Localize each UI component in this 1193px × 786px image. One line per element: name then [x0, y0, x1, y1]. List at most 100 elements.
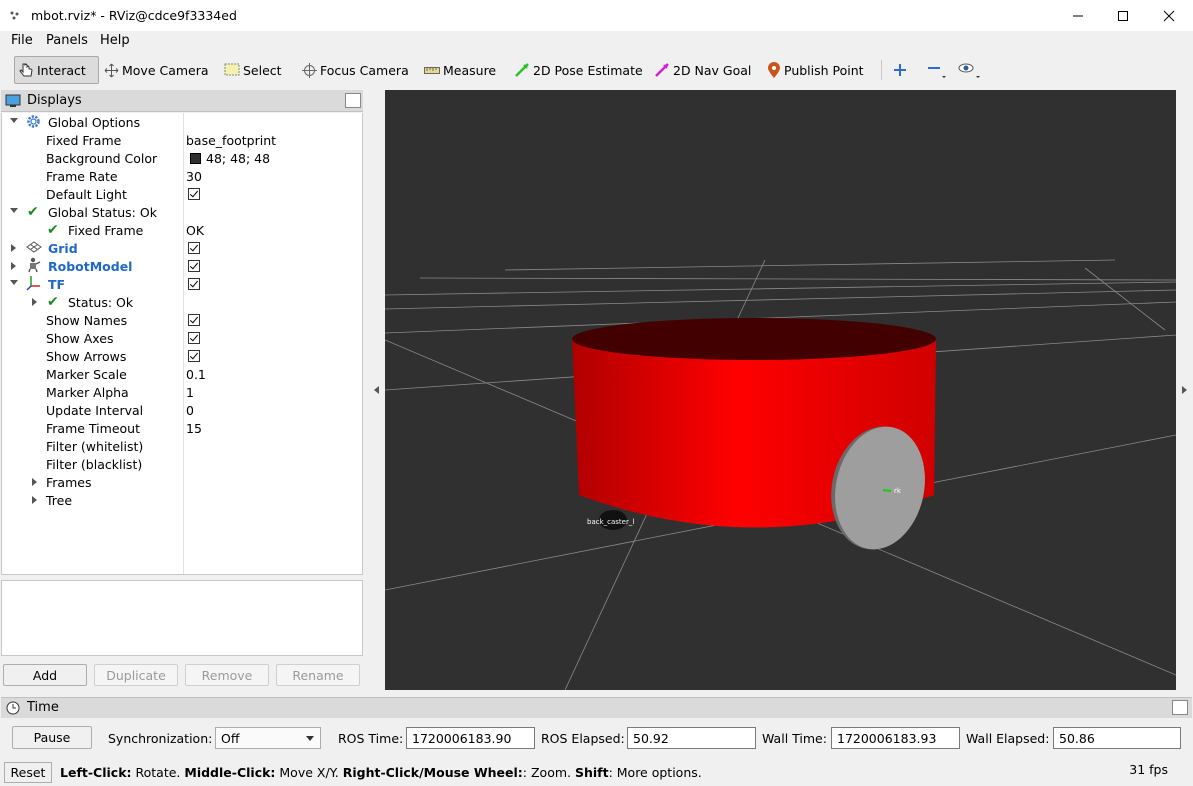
tree-row-filter-blacklist[interactable]: Filter (blacklist)	[2, 455, 362, 473]
tree-row-show-arrows[interactable]: Show Arrows	[2, 347, 362, 365]
tree-row-frame-rate[interactable]: Frame Rate 30	[2, 167, 362, 185]
expand-arrow-icon[interactable]	[10, 118, 18, 123]
reset-button[interactable]: Reset	[4, 762, 52, 783]
color-swatch[interactable]	[190, 153, 201, 164]
property-value[interactable]: 48; 48; 48	[206, 151, 270, 166]
collapse-arrow-icon[interactable]	[32, 478, 37, 486]
tree-row-frames[interactable]: Frames	[2, 473, 362, 491]
property-value[interactable]: 0	[186, 403, 194, 418]
ros-time-field[interactable]: 1720006183.90	[406, 727, 535, 749]
displays-tree[interactable]: Global Options Fixed Frame base_footprin…	[1, 113, 363, 575]
grid-checkbox[interactable]	[188, 242, 200, 254]
select-label: Select	[243, 62, 282, 78]
add-tool-button[interactable]	[893, 56, 907, 84]
tree-row-fixed-frame[interactable]: Fixed Frame base_footprint	[2, 131, 362, 149]
minus-icon	[928, 67, 946, 78]
pause-button[interactable]: Pause	[12, 726, 92, 749]
remove-tool-button[interactable]	[927, 56, 947, 84]
displays-title: Displays	[27, 93, 82, 108]
close-button[interactable]	[1146, 0, 1192, 31]
select-rectangle-icon	[224, 63, 240, 76]
window-title: mbot.rviz* - RViz@cdce9f3334ed	[31, 8, 237, 23]
expand-arrow-icon[interactable]	[10, 280, 18, 285]
show-axes-checkbox[interactable]	[188, 332, 200, 344]
tree-row-status-fixed-frame[interactable]: ✔ Fixed Frame OK	[2, 221, 362, 239]
tree-label: TF	[48, 277, 66, 292]
tree-row-global-options[interactable]: Global Options	[2, 113, 362, 131]
tree-row-default-light[interactable]: Default Light	[2, 185, 362, 203]
collapse-arrow-icon[interactable]	[32, 496, 37, 504]
tree-row-background-color[interactable]: Background Color 48; 48; 48	[2, 149, 362, 167]
property-value[interactable]: 30	[186, 169, 202, 184]
2d-nav-goal-label: 2D Nav Goal	[673, 62, 752, 78]
toolbar-separator	[881, 60, 882, 80]
tree-row-show-names[interactable]: Show Names	[2, 311, 362, 329]
add-display-button[interactable]: Add	[3, 664, 87, 686]
minimize-button[interactable]	[1055, 0, 1101, 31]
menu-help[interactable]: Help	[100, 33, 130, 48]
tree-row-tf[interactable]: TF	[2, 275, 362, 293]
tree-row-grid[interactable]: Grid	[2, 239, 362, 257]
menu-panels[interactable]: Panels	[46, 33, 88, 48]
hint-text: : Zoom.	[522, 765, 575, 780]
sync-select[interactable]: Off	[215, 727, 321, 749]
expand-arrow-icon[interactable]	[10, 208, 18, 213]
tree-row-marker-scale[interactable]: Marker Scale 0.1	[2, 365, 362, 383]
sync-selected-value: Off	[221, 731, 240, 746]
remove-display-button[interactable]: Remove	[185, 664, 269, 686]
2d-nav-goal-tool-button[interactable]: 2D Nav Goal	[654, 56, 751, 84]
robotmodel-checkbox[interactable]	[188, 260, 200, 272]
3d-render-view[interactable]: rk back_caster_l	[385, 90, 1176, 690]
measure-tool-button[interactable]: Measure	[424, 56, 496, 84]
tree-row-show-axes[interactable]: Show Axes	[2, 329, 362, 347]
tree-row-filter-whitelist[interactable]: Filter (whitelist)	[2, 437, 362, 455]
collapse-arrow-icon[interactable]	[32, 298, 37, 306]
focus-camera-tool-button[interactable]: Focus Camera	[302, 56, 409, 84]
tf-frame-label-wheel: rk	[894, 487, 902, 495]
maximize-button[interactable]	[1100, 0, 1146, 31]
tree-row-tree[interactable]: Tree	[2, 491, 362, 509]
tree-row-tf-status[interactable]: ✔ Status: Ok	[2, 293, 362, 311]
tree-row-marker-alpha[interactable]: Marker Alpha 1	[2, 383, 362, 401]
property-value[interactable]: 0.1	[186, 367, 206, 382]
collapse-right-panel-icon[interactable]	[1180, 385, 1188, 395]
tree-row-robotmodel[interactable]: RobotModel	[2, 257, 362, 275]
move-camera-tool-button[interactable]: Move Camera	[104, 56, 209, 84]
show-arrows-checkbox[interactable]	[188, 350, 200, 362]
float-time-panel-button[interactable]	[1172, 700, 1188, 715]
collapse-arrow-icon[interactable]	[11, 244, 16, 252]
collapse-arrow-icon[interactable]	[11, 262, 16, 270]
select-tool-button[interactable]: Select	[224, 56, 282, 84]
clock-icon	[6, 701, 20, 715]
time-title: Time	[27, 700, 59, 715]
green-arrow-icon	[515, 63, 529, 77]
collapse-left-panel-icon[interactable]	[373, 385, 381, 395]
property-value[interactable]: 15	[186, 421, 202, 436]
title-bar: mbot.rviz* - RViz@cdce9f3334ed	[0, 0, 1193, 31]
minimize-icon	[1073, 15, 1083, 16]
float-panel-button[interactable]	[345, 93, 361, 108]
publish-point-tool-button[interactable]: Publish Point	[767, 56, 864, 84]
property-label: Show Axes	[46, 331, 114, 346]
property-value[interactable]: 1	[186, 385, 194, 400]
wall-elapsed-field[interactable]: 50.86	[1053, 727, 1181, 749]
wall-time-field[interactable]: 1720006183.93	[831, 727, 960, 749]
interact-tool-button[interactable]: Interact	[14, 56, 99, 84]
2d-pose-estimate-tool-button[interactable]: 2D Pose Estimate	[514, 56, 643, 84]
default-light-checkbox[interactable]	[188, 188, 200, 200]
move-camera-label: Move Camera	[122, 62, 209, 78]
sync-label: Synchronization:	[108, 731, 213, 746]
3d-scene[interactable]: rk back_caster_l	[385, 90, 1176, 690]
view-tool-button[interactable]	[958, 56, 982, 84]
show-names-checkbox[interactable]	[188, 314, 200, 326]
displays-panel-header: Displays	[1, 90, 363, 112]
tf-checkbox[interactable]	[188, 278, 200, 290]
tree-row-update-interval[interactable]: Update Interval 0	[2, 401, 362, 419]
tree-row-global-status[interactable]: ✔ Global Status: Ok	[2, 203, 362, 221]
duplicate-display-button[interactable]: Duplicate	[94, 664, 178, 686]
ros-elapsed-field[interactable]: 50.92	[627, 727, 756, 749]
rename-display-button[interactable]: Rename	[276, 664, 360, 686]
tree-row-frame-timeout[interactable]: Frame Timeout 15	[2, 419, 362, 437]
menu-file[interactable]: File	[11, 33, 33, 48]
property-value[interactable]: base_footprint	[186, 133, 276, 148]
